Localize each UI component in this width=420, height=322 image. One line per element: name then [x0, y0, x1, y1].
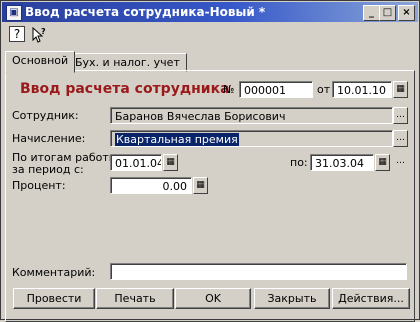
print-button[interactable]: Печать [96, 288, 174, 309]
accrual-label: Начисление: [12, 132, 86, 145]
ellipsis-icon: … [396, 110, 405, 120]
accrual-select-button[interactable]: … [393, 130, 408, 147]
calendar-icon: ▦ [378, 157, 387, 167]
period-to-label: по: [290, 156, 308, 169]
period-label-line2: за период с: [12, 163, 84, 176]
percent-calculator-button[interactable]: ▦ [193, 177, 208, 194]
comment-label: Комментарий: [12, 266, 96, 279]
help-icon: ? [13, 27, 21, 41]
calculator-icon: ▦ [196, 180, 205, 190]
date-from-label: от [317, 83, 331, 96]
tab-accounting-label: Бух. и налог. учет [75, 56, 180, 69]
comment-field[interactable] [110, 263, 407, 280]
date-field[interactable]: 10.01.10 [332, 81, 392, 98]
post-button[interactable]: Провести [13, 288, 95, 309]
ellipsis-icon: … [396, 133, 405, 143]
accrual-field[interactable]: Квартальная премия [110, 130, 393, 147]
date-calendar-button[interactable]: ▦ [393, 81, 408, 98]
close-window-button[interactable]: × [398, 5, 415, 21]
app-icon: ▣ [6, 5, 22, 21]
title-bar[interactable]: ▣ Ввод расчета сотрудника-Новый * _ □ × [2, 2, 418, 22]
pointer-help-button[interactable]: ? [30, 26, 48, 44]
tab-main-label: Основной [12, 54, 69, 67]
number-label: № [223, 83, 235, 96]
pointer-question-icon: ? [32, 26, 46, 43]
maximize-button[interactable]: □ [379, 5, 396, 21]
accrual-value: Квартальная премия [115, 133, 239, 146]
employee-label: Сотрудник: [12, 109, 79, 122]
period-to-field[interactable]: 31.03.04 [310, 154, 374, 171]
help-button[interactable]: ? [9, 26, 25, 42]
window-title: Ввод расчета сотрудника-Новый * [25, 5, 266, 19]
percent-field[interactable]: 0.00 [110, 177, 192, 194]
ellipsis-icon: … [396, 156, 405, 166]
period-to-calendar-button[interactable]: ▦ [375, 154, 390, 171]
window: ▣ Ввод расчета сотрудника-Новый * _ □ × … [0, 0, 420, 322]
maximize-icon: □ [382, 7, 393, 18]
employee-field[interactable]: Баранов Вячеслав Борисович [110, 107, 393, 124]
employee-select-button[interactable]: … [393, 107, 408, 124]
calendar-icon: ▦ [166, 157, 175, 167]
ok-button[interactable]: OK [175, 288, 251, 309]
form-heading: Ввод расчета сотрудника [20, 81, 230, 97]
period-from-field[interactable]: 01.01.04 [110, 154, 162, 171]
close-button[interactable]: Закрыть [254, 288, 330, 309]
actions-button[interactable]: Действия... [332, 288, 410, 309]
svg-text:?: ? [41, 27, 46, 36]
period-select-button[interactable]: … [393, 154, 408, 171]
tab-main[interactable]: Основной [5, 51, 76, 73]
period-from-calendar-button[interactable]: ▦ [163, 154, 178, 171]
calendar-icon: ▦ [396, 84, 405, 94]
number-field[interactable]: 000001 [239, 81, 313, 98]
percent-label: Процент: [12, 179, 66, 192]
minimize-icon: _ [369, 7, 374, 18]
close-icon: × [402, 7, 411, 18]
minimize-button[interactable]: _ [363, 5, 380, 21]
